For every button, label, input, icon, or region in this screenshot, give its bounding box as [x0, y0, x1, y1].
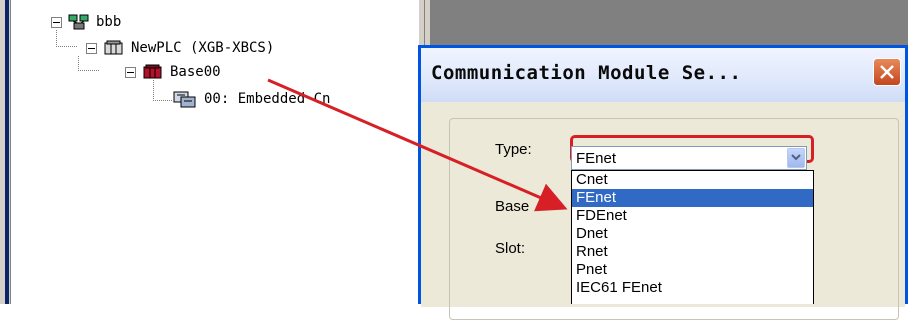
- annotation-arrow: [267, 78, 568, 212]
